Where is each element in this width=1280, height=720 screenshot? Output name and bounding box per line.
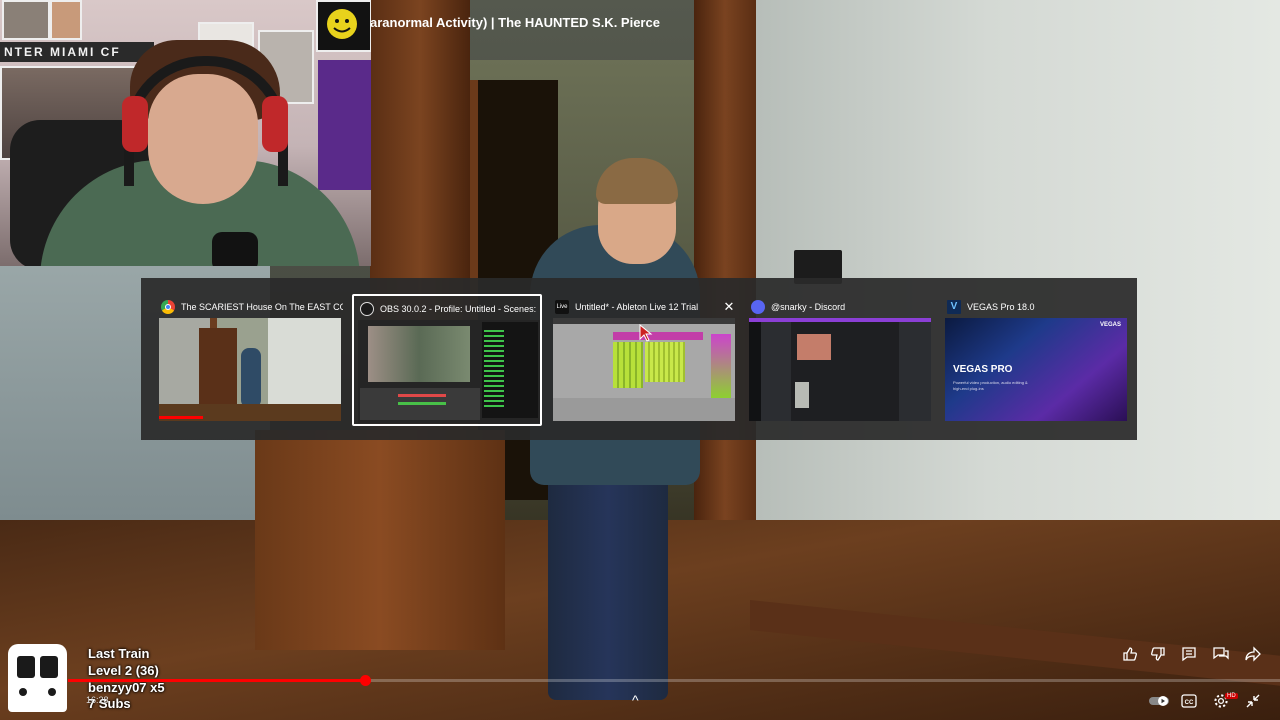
task-switcher: The SCARIEST House On The EAST COAS... O… — [141, 278, 1137, 440]
vegas-product: VEGAS PRO — [953, 364, 1013, 375]
headset-cup-right — [262, 96, 288, 152]
wall-poster — [2, 0, 50, 40]
headset-cup-left — [122, 96, 148, 152]
task-thumbnail — [159, 318, 341, 421]
streamer-webcam: NTER MIAMI CF — [0, 0, 371, 266]
dislike-icon[interactable] — [1148, 644, 1168, 664]
task-thumbnail — [553, 318, 735, 421]
like-icon[interactable] — [1120, 644, 1140, 664]
video-title[interactable]: aranormal Activity) | The HAUNTED S.K. P… — [370, 15, 660, 30]
captions-icon[interactable]: CC — [1179, 691, 1199, 711]
task-thumbnail: VEGAS VEGAS PRO Powerful video productio… — [945, 318, 1127, 421]
share-icon[interactable] — [1243, 644, 1263, 664]
jersey — [318, 60, 371, 190]
svg-text:CC: CC — [1185, 700, 1194, 706]
wall-poster — [50, 0, 82, 40]
autoplay-toggle[interactable] — [1147, 691, 1171, 711]
task-title: @snarky - Discord — [771, 302, 846, 312]
task-vegas[interactable]: V VEGAS Pro 18.0 VEGAS VEGAS PRO Powerfu… — [941, 294, 1131, 426]
train-icon — [8, 644, 67, 712]
task-title: Untitled* - Ableton Live 12 Trial — [575, 302, 699, 312]
vegas-icon: V — [947, 300, 961, 314]
person-legs — [548, 470, 668, 700]
exit-fullscreen-icon[interactable] — [1243, 691, 1263, 711]
ableton-live-icon: Live — [555, 300, 569, 314]
task-ableton[interactable]: Live Untitled* - Ableton Live 12 Trial ✕ — [549, 294, 739, 426]
discord-icon — [751, 300, 765, 314]
chevron-up-icon[interactable]: ^ — [632, 692, 639, 708]
vegas-tagline: Powerful video production, audio editing… — [953, 380, 1028, 391]
team-banner: NTER MIAMI CF — [0, 42, 154, 62]
user-text: benzyy07 x5 — [88, 680, 165, 695]
vegas-brand: VEGAS — [1099, 322, 1121, 328]
microphone — [212, 232, 258, 266]
level-text: Level 2 (36) — [88, 663, 159, 678]
task-discord[interactable]: @snarky - Discord — [745, 294, 935, 426]
open-door — [255, 430, 505, 650]
live-chat-icon[interactable] — [1211, 644, 1231, 664]
progress-bar[interactable] — [68, 675, 1280, 686]
close-icon[interactable]: ✕ — [721, 299, 737, 315]
task-thumbnail — [358, 320, 540, 423]
task-title: VEGAS Pro 18.0 — [967, 302, 1035, 312]
task-title: OBS 30.0.2 - Profile: Untitled - Scenes:… — [380, 304, 538, 314]
song-title: Last Train — [88, 646, 150, 661]
obs-icon — [360, 302, 374, 316]
chrome-icon — [161, 300, 175, 314]
mouse-cursor-icon — [639, 324, 653, 342]
task-obs[interactable]: OBS 30.0.2 - Profile: Untitled - Scenes:… — [352, 294, 542, 426]
task-thumbnail — [749, 318, 931, 421]
progress-fill — [68, 679, 365, 682]
hd-badge: HD — [1225, 693, 1238, 699]
smiley-poster — [316, 0, 371, 52]
scrubber-handle[interactable] — [359, 675, 371, 686]
task-title: The SCARIEST House On The EAST COAS... — [181, 302, 343, 312]
comment-icon[interactable] — [1179, 644, 1199, 664]
task-chrome[interactable]: The SCARIEST House On The EAST COAS... — [155, 294, 345, 426]
time-display: 16:28 — [86, 695, 109, 705]
